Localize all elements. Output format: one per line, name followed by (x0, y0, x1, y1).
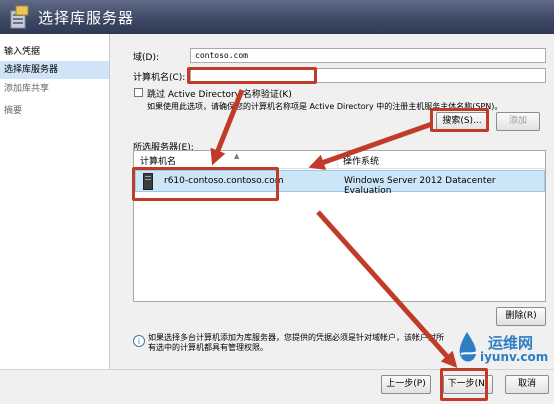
nav-item-credentials[interactable]: 输入凭据 (0, 43, 109, 61)
domain-field[interactable]: contoso.com (190, 48, 546, 63)
remove-button[interactable]: 删除(R) (496, 307, 546, 326)
skip-ad-label: 跳过 Active Directory 名称验证(K) (147, 90, 292, 100)
info-text: 如果选择多台计算机添加为库服务器，您提供的凭据必须是针对域帐户，该帐户对所有选中… (148, 333, 444, 352)
column-header-os[interactable]: 操作系统 (343, 154, 379, 167)
sort-ascending-icon: ▲ (234, 152, 240, 160)
info-icon: i (133, 335, 145, 347)
domain-label: 域(D): (133, 53, 159, 63)
column-header-computer-name[interactable]: 计算机名 (140, 154, 176, 167)
skip-ad-checkbox[interactable] (134, 88, 143, 97)
cancel-button[interactable]: 取消 (505, 375, 549, 394)
library-server-icon (10, 5, 29, 29)
nav-item-summary[interactable]: 摘要 (0, 102, 109, 120)
watermark-logo-icon (459, 332, 478, 362)
previous-button[interactable]: 上一步(P) (381, 375, 431, 394)
title-bar: 选择库服务器 (0, 0, 554, 34)
annotation-box-computer-name (187, 67, 317, 84)
column-divider (337, 151, 338, 168)
nav-item-add-library-share[interactable]: 添加库共享 (0, 80, 109, 98)
watermark-text-domain: iyunv.com (480, 350, 549, 364)
annotation-box-next (440, 368, 488, 401)
computer-name-label: 计算机名(C): (133, 73, 186, 83)
window-title: 选择库服务器 (38, 9, 135, 27)
annotation-box-search (430, 108, 489, 132)
wizard-navigation: 输入凭据 选择库服务器 添加库共享 摘要 (0, 34, 110, 369)
nav-item-select-library-server[interactable]: 选择库服务器 (0, 61, 109, 79)
add-button[interactable]: 添加 (496, 112, 540, 131)
annotation-box-server-row (132, 167, 279, 201)
server-os-cell: Windows Server 2012 Datacenter Evaluatio… (344, 176, 496, 196)
